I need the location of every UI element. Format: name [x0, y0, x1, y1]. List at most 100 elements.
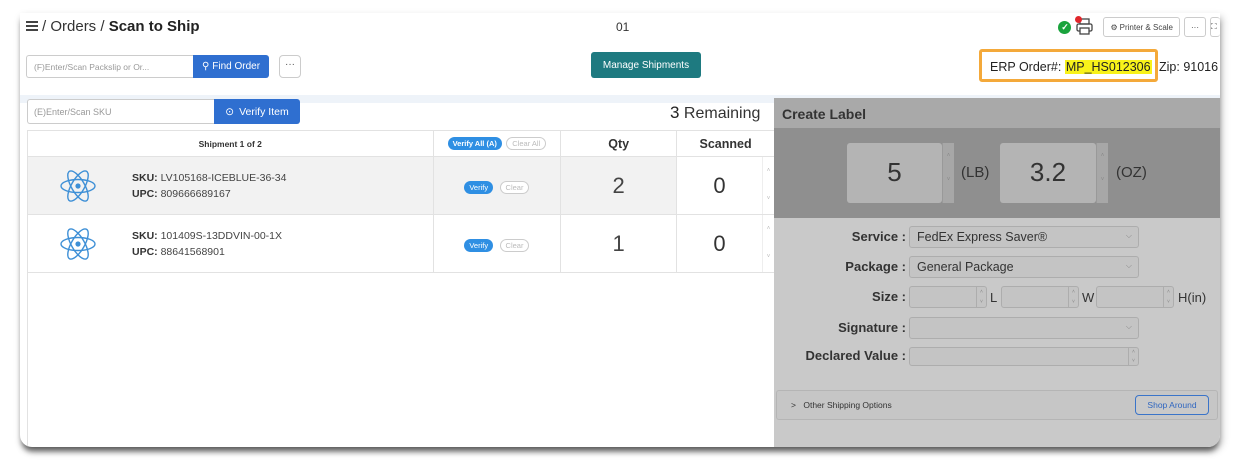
scanned-cell[interactable]: 0 ˄ ˅	[676, 214, 775, 273]
weight-section: 5 ˄ ˅ (LB) 3.2 ˄ ˅ (OZ)	[774, 128, 1220, 218]
breadcrumb: / Orders / Scan to Ship	[42, 18, 200, 35]
top-right-tools: ✓ ⚙ Printer & Scale ··· ⛶	[1058, 16, 1220, 38]
sku-text: SKU: LV105168-ICEBLUE-36-34	[132, 171, 287, 184]
width-input[interactable]: ˄ ˅	[1001, 286, 1079, 308]
length-unit: L	[990, 290, 998, 305]
length-input[interactable]: ˄ ˅	[909, 286, 987, 308]
breadcrumb-separator: /	[42, 18, 47, 35]
remaining-count: 3	[670, 103, 680, 122]
verify-all-header: Verify All (A) Clear All	[432, 130, 562, 157]
verify-button[interactable]: Verify	[464, 180, 494, 194]
check-circle-icon: ⊙	[225, 105, 235, 118]
zip-label: Zip:	[1159, 60, 1180, 74]
page-title: Scan to Ship	[108, 18, 200, 35]
order-search-bar: (F)Enter/Scan Packslip or Or... ⚲ Find O…	[20, 41, 1220, 103]
breadcrumb-separator: /	[100, 18, 105, 35]
package-label: Package :	[845, 259, 906, 274]
item-cell: SKU: LV105168-ICEBLUE-36-34 UPC: 8096666…	[27, 156, 434, 215]
product-icon	[60, 227, 96, 260]
manage-shipments-button[interactable]: Manage Shipments	[591, 52, 701, 78]
weight-lb-stepper[interactable]: ˄ ˅	[942, 143, 954, 203]
upc-text: UPC: 88641568901	[132, 245, 225, 258]
scanned-stepper[interactable]: ˄ ˅	[762, 215, 774, 272]
zip: Zip: 91016	[1159, 60, 1218, 74]
weight-lb-input[interactable]: 5	[847, 143, 942, 203]
create-label-title: Create Label	[774, 98, 1220, 128]
table-row: SKU: 101409S-13DDVIN-00-1X UPC: 88641568…	[27, 214, 775, 273]
package-select[interactable]: General Package ⌵	[909, 256, 1139, 278]
service-select[interactable]: FedEx Express Saver® ⌵	[909, 226, 1139, 248]
height-stepper[interactable]: ˄ ˅	[1163, 287, 1173, 307]
product-icon	[60, 169, 96, 202]
other-shipping-options[interactable]: > Other Shipping Options Shop Around	[776, 390, 1218, 420]
table-border	[27, 130, 28, 447]
chevron-right-icon: >	[791, 400, 796, 410]
weight-oz-unit: (OZ)	[1116, 164, 1147, 181]
scanned-value[interactable]: 0	[677, 231, 774, 257]
qty-header: Qty	[560, 130, 678, 157]
clear-button[interactable]: Clear	[499, 180, 530, 194]
app-window: / Orders / Scan to Ship 01 ✓ ⚙ Printer &…	[20, 13, 1220, 447]
declared-value-label: Declared Value :	[805, 348, 906, 363]
scanned-stepper[interactable]: ˄ ˅	[762, 157, 774, 214]
erp-order-value: MP_HS012306	[1064, 60, 1152, 74]
qty-value: 2	[560, 156, 678, 215]
printer-scale-button[interactable]: ⚙ Printer & Scale	[1103, 17, 1180, 37]
scanned-cell[interactable]: 0 ˄ ˅	[676, 156, 775, 215]
upc-text: UPC: 809666689167	[132, 187, 231, 200]
width-stepper[interactable]: ˄ ˅	[1068, 287, 1078, 307]
printer-scale-label: Printer & Scale	[1119, 22, 1173, 32]
scanned-value[interactable]: 0	[677, 173, 774, 199]
weight-lb-unit: (LB)	[961, 164, 990, 181]
chevron-down-icon: ⌵	[1125, 322, 1132, 331]
search-icon: ⚲	[201, 61, 210, 72]
height-unit: H(in)	[1178, 290, 1207, 305]
toolbar-more-button[interactable]: ···	[1184, 17, 1206, 37]
chevron-down-icon: ⌵	[1125, 261, 1132, 270]
length-stepper[interactable]: ˄ ˅	[976, 287, 986, 307]
service-label: Service :	[851, 229, 906, 244]
remaining-label: Remaining	[683, 105, 761, 122]
clear-button[interactable]: Clear	[499, 238, 530, 252]
size-label: Size :	[872, 289, 906, 304]
declared-value-stepper[interactable]: ˄ ˅	[1128, 348, 1138, 365]
width-unit: W	[1082, 290, 1095, 305]
verify-item-label: Verify Item	[239, 105, 289, 118]
shipment-table: Shipment 1 of 2 Verify All (A) Clear All…	[27, 130, 775, 273]
search-more-button[interactable]: ···	[279, 55, 301, 78]
top-bar: / Orders / Scan to Ship 01 ✓ ⚙ Printer &…	[20, 13, 1220, 41]
expand-button[interactable]: ⛶	[1210, 17, 1220, 37]
expand-icon: ⛶	[1211, 22, 1217, 31]
remaining-counter: 3 Remaining	[670, 103, 760, 123]
qty-value: 1	[560, 214, 678, 273]
signature-label: Signature :	[838, 320, 906, 335]
chevron-down-icon: ⌵	[1125, 231, 1132, 240]
verify-cell: Verify Clear	[432, 214, 562, 273]
gear-icon: ⚙	[1110, 22, 1118, 32]
shop-around-button[interactable]: Shop Around	[1135, 395, 1209, 415]
clear-all-button[interactable]: Clear All	[506, 137, 547, 150]
weight-oz-input[interactable]: 3.2	[1000, 143, 1096, 203]
verify-item-button[interactable]: ⊙ Verify Item	[214, 99, 300, 124]
verify-all-button[interactable]: Verify All (A)	[447, 137, 502, 150]
sku-input[interactable]: (E)Enter/Scan SKU	[27, 99, 215, 124]
find-order-button[interactable]: ⚲ Find Order	[193, 55, 269, 78]
signature-select[interactable]: ⌵	[909, 317, 1139, 339]
erp-order: ERP Order#: MP_HS012306	[990, 60, 1152, 74]
menu-icon[interactable]	[26, 21, 38, 32]
declared-value-input[interactable]: ˄ ˅	[909, 347, 1139, 366]
other-shipping-label: Other Shipping Options	[803, 400, 892, 410]
printer-icon[interactable]	[1075, 16, 1095, 36]
zip-value: 91016	[1183, 60, 1219, 74]
package-value: General Package	[917, 260, 1014, 274]
erp-order-label: ERP Order#:	[990, 60, 1062, 74]
height-input[interactable]: ˄ ˅	[1096, 286, 1174, 308]
breadcrumb-orders[interactable]: Orders	[50, 18, 96, 35]
create-label-panel: Create Label 5 ˄ ˅ (LB) 3.2 ˄ ˅ (OZ) Servi…	[774, 98, 1220, 447]
packslip-input[interactable]: (F)Enter/Scan Packslip or Or...	[26, 55, 194, 78]
verify-button[interactable]: Verify	[464, 238, 494, 252]
scanned-header: Scanned	[676, 130, 775, 157]
service-value: FedEx Express Saver®	[917, 230, 1048, 244]
other-shipping-text: > Other Shipping Options	[791, 400, 892, 410]
weight-oz-stepper[interactable]: ˄ ˅	[1096, 143, 1108, 203]
